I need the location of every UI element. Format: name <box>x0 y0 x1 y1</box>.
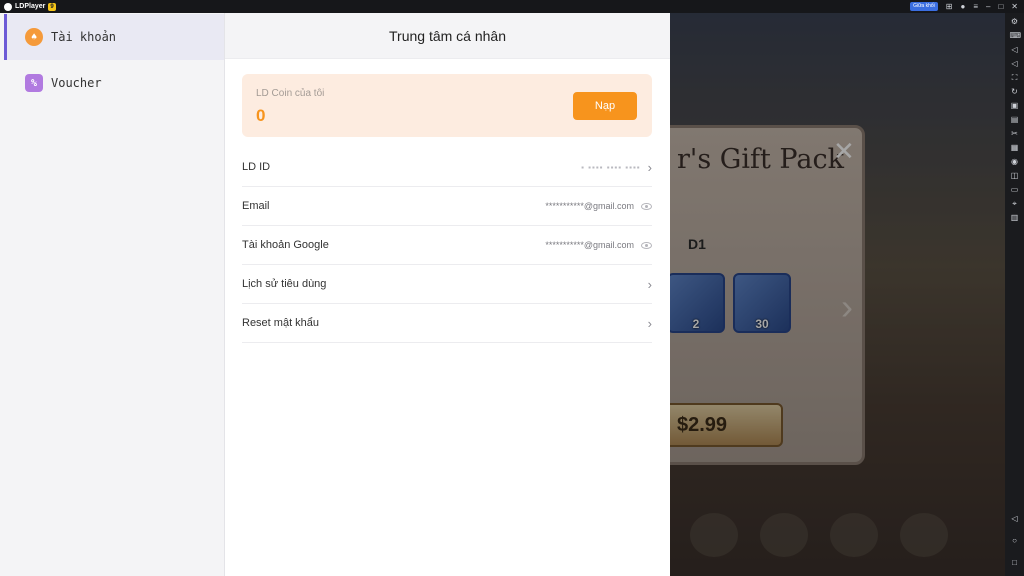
row-label: Tài khoản Google <box>242 239 329 251</box>
google-email-value: ***********@gmail.com <box>545 240 634 250</box>
google-account-row: Tài khoản Google ***********@gmail.com <box>242 226 652 265</box>
nav-item-account[interactable]: ♠ Tài khoản <box>4 14 224 60</box>
chevron-right-icon: › <box>647 159 652 175</box>
screenshot-icon[interactable]: ▣ <box>1010 101 1020 111</box>
account-main-panel: Trung tâm cá nhân LD Coin của tôi 0 Nạp … <box>225 13 670 576</box>
reset-password-row[interactable]: Reset mật khẩu › <box>242 304 652 343</box>
volume-down-icon[interactable]: ◁ <box>1010 59 1020 69</box>
shake-icon[interactable]: ◫ <box>1010 171 1020 181</box>
fullscreen-icon[interactable]: ⛶ <box>1010 73 1020 83</box>
emulator-sidebar: ⚙ ⌨ ◁ ◁ ⛶ ↻ ▣ ▤ ✂ ▦ ◉ ◫ ▭ ⌖ ▥ ◁ ○ □ <box>1005 13 1024 576</box>
scissors-icon[interactable]: ✂ <box>1010 129 1020 139</box>
account-nav-panel: ♠ Tài khoản % Voucher <box>0 13 225 576</box>
row-label: Email <box>242 200 270 212</box>
row-label: Reset mật khẩu <box>242 317 320 329</box>
voucher-icon: % <box>25 74 43 92</box>
record-icon[interactable]: ◉ <box>1010 157 1020 167</box>
back-icon[interactable]: ◁ <box>1010 514 1020 524</box>
keyboard-icon[interactable]: ⌨ <box>1010 31 1022 41</box>
row-value-group: › <box>648 278 652 291</box>
purchase-history-row[interactable]: Lịch sử tiêu dùng › <box>242 265 652 304</box>
nav-item-label: Tài khoản <box>51 30 117 44</box>
rotate-icon[interactable]: ↻ <box>1010 87 1020 97</box>
location-icon[interactable]: ⌖ <box>1010 199 1020 209</box>
coin-label: LD Coin của tôi <box>256 88 325 99</box>
folder-icon[interactable]: ▭ <box>1010 185 1020 195</box>
chevron-right-icon: › <box>647 315 652 331</box>
menu-icon[interactable]: ≡ <box>973 1 978 12</box>
eye-icon[interactable] <box>641 202 652 210</box>
app-brand: LDPlayer 9 <box>4 2 56 11</box>
user-icon[interactable]: ● <box>960 1 965 12</box>
version-badge: 9 <box>48 2 56 11</box>
minimize-icon[interactable]: – <box>986 1 990 12</box>
account-icon: ♠ <box>25 28 43 46</box>
ld-id-value: ▪ ▪▪▪▪ ▪▪▪▪ ▪▪▪▪ <box>581 162 641 172</box>
row-value-group: ***********@gmail.com <box>545 240 652 250</box>
nav-item-voucher[interactable]: % Voucher <box>4 60 224 106</box>
home-icon[interactable]: ○ <box>1010 536 1020 546</box>
row-value-group: › <box>648 317 652 330</box>
gamepad-icon[interactable]: ⊞ <box>946 1 953 12</box>
titlebar-controls: Giữa khối ⊞ ● ≡ – □ ✕ <box>910 1 1018 12</box>
coin-value: 0 <box>256 106 266 125</box>
row-value-group: ▪ ▪▪▪▪ ▪▪▪▪ ▪▪▪▪ › <box>581 161 652 174</box>
maximize-icon[interactable]: □ <box>998 1 1003 12</box>
top-up-button[interactable]: Nạp <box>573 92 637 120</box>
vibrate-icon[interactable]: ▥ <box>1010 213 1020 223</box>
eye-icon[interactable] <box>641 241 652 249</box>
nav-item-label: Voucher <box>51 76 102 90</box>
ld-id-row[interactable]: LD ID ▪ ▪▪▪▪ ▪▪▪▪ ▪▪▪▪ › <box>242 148 652 187</box>
row-value-group: ***********@gmail.com <box>545 201 652 211</box>
app-name: LDPlayer <box>15 3 46 10</box>
email-row: Email ***********@gmail.com <box>242 187 652 226</box>
ldplayer-logo-icon <box>4 2 12 11</box>
close-icon[interactable]: ✕ <box>1011 1 1018 12</box>
email-value: ***********@gmail.com <box>545 201 634 211</box>
recents-icon[interactable]: □ <box>1010 558 1020 568</box>
row-label: Lịch sử tiêu dùng <box>242 278 327 290</box>
page-title: Trung tâm cá nhân <box>225 13 670 59</box>
ld-coin-card: LD Coin của tôi 0 Nạp <box>242 74 652 137</box>
status-badge[interactable]: Giữa khối <box>910 2 938 11</box>
window-titlebar: LDPlayer 9 Giữa khối ⊞ ● ≡ – □ ✕ <box>0 0 1024 13</box>
android-nav: ◁ ○ □ <box>1010 510 1020 568</box>
chevron-right-icon: › <box>647 276 652 292</box>
volume-up-icon[interactable]: ◁ <box>1010 45 1020 55</box>
row-label: LD ID <box>242 161 271 173</box>
apk-icon[interactable]: ▤ <box>1010 115 1020 125</box>
multi-instance-icon[interactable]: ▦ <box>1010 143 1020 153</box>
settings-icon[interactable]: ⚙ <box>1010 17 1020 27</box>
